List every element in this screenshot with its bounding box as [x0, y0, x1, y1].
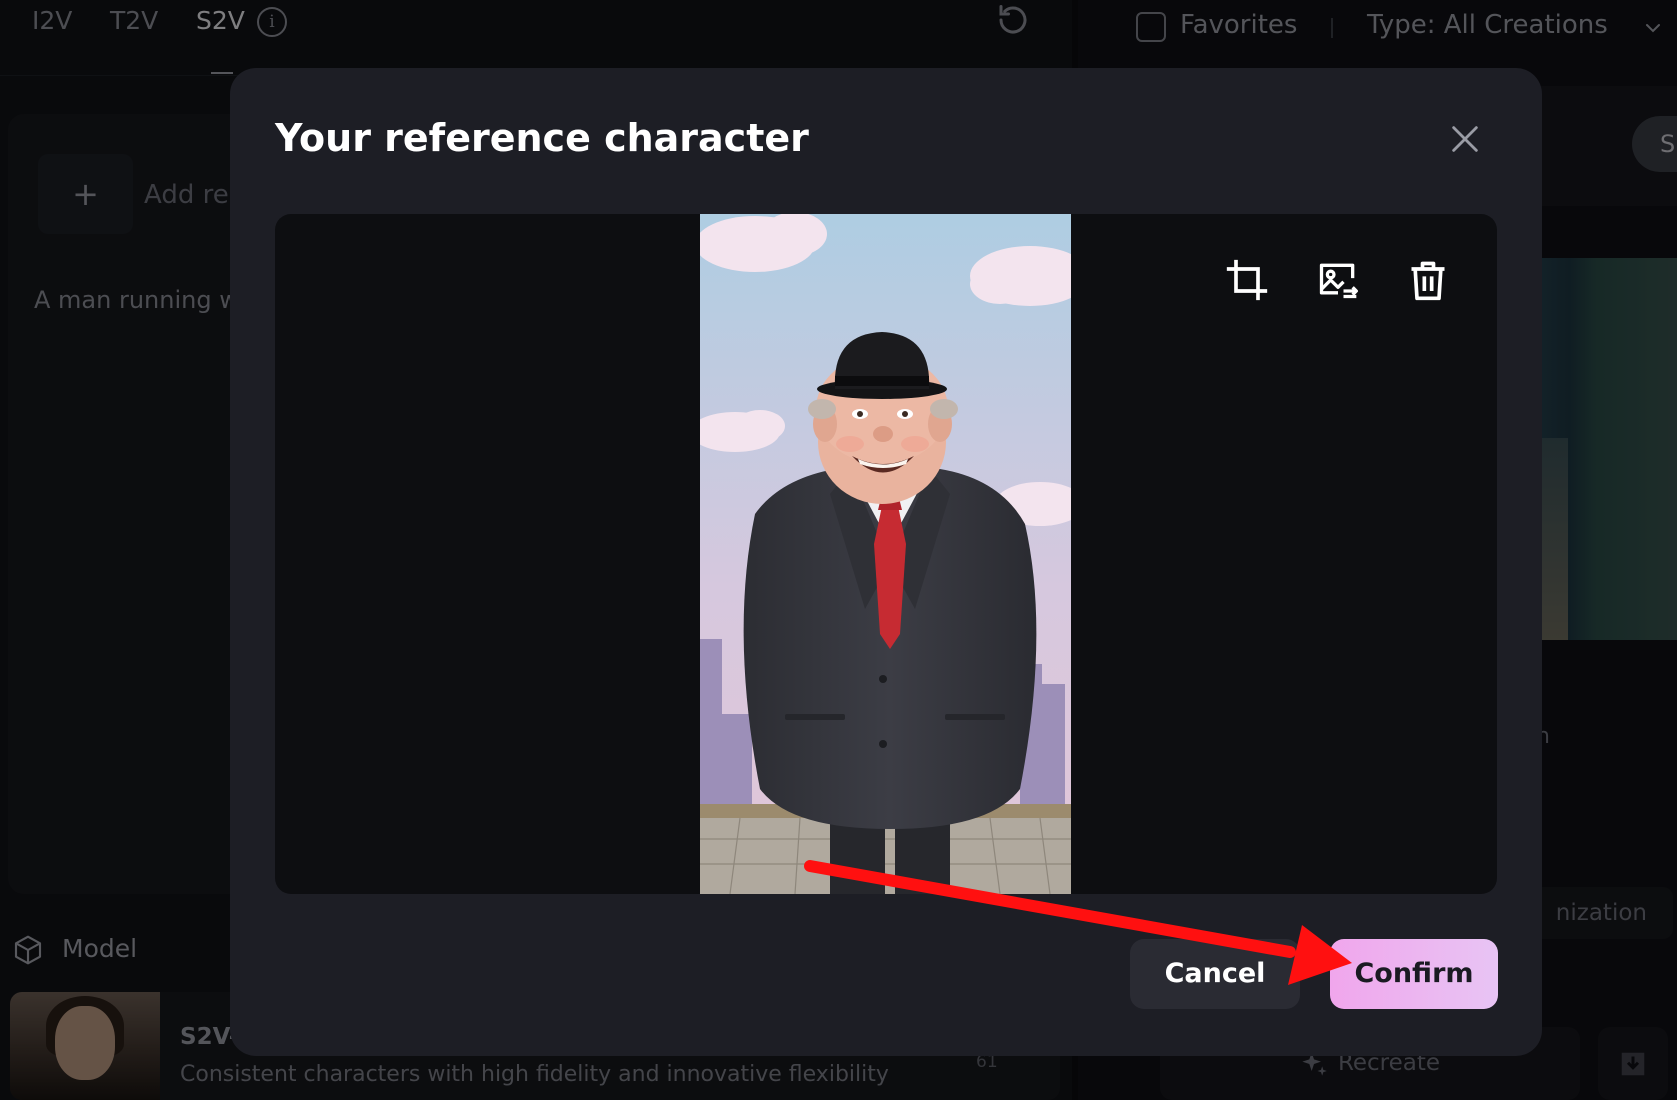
trash-icon[interactable] [1406, 258, 1450, 302]
close-icon[interactable] [1448, 122, 1482, 156]
replace-image-icon[interactable] [1316, 258, 1360, 302]
cancel-button[interactable]: Cancel [1130, 939, 1300, 1009]
confirm-button[interactable]: Confirm [1330, 939, 1498, 1009]
dialog-title: Your reference character [275, 116, 809, 160]
crop-icon[interactable] [1225, 258, 1269, 302]
image-preview [275, 214, 1497, 894]
reference-character-image [700, 214, 1071, 894]
reference-character-dialog: Your reference character Cancel Confirm [230, 68, 1542, 1056]
